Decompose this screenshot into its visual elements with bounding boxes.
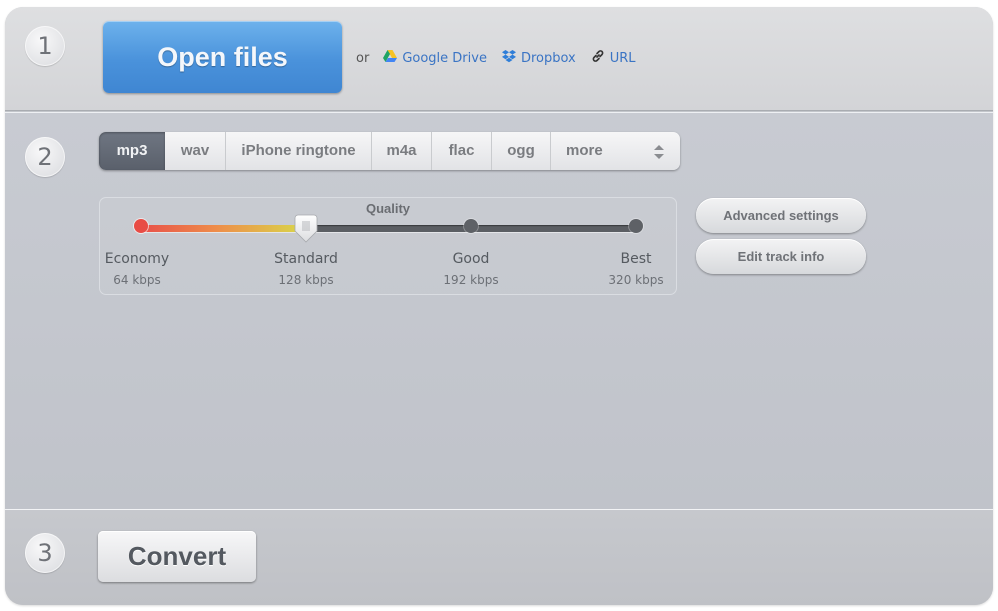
quality-bitrate-label: 128 kbps <box>278 273 334 287</box>
quality-stop-best[interactable] <box>629 219 643 233</box>
quality-level-label: Standard <box>274 251 338 267</box>
tab-iphone-ringtone[interactable]: iPhone ringtone <box>226 132 372 170</box>
converter-panel: 1 Open files or Google Drive Dropbox URL… <box>5 7 993 605</box>
step-2-section: 2 mp3 wav iPhone ringtone m4a flac ogg m… <box>5 112 993 509</box>
upload-sources: or Google Drive Dropbox URL <box>356 49 651 67</box>
quality-level-label: Best <box>620 251 652 267</box>
step-3-section: 3 Convert <box>5 509 993 605</box>
open-files-button[interactable]: Open files <box>103 21 342 93</box>
step-number-3: 3 <box>25 533 65 573</box>
tab-ogg[interactable]: ogg <box>492 132 551 170</box>
format-tabs: mp3 wav iPhone ringtone m4a flac ogg mor… <box>99 132 680 170</box>
quality-bitrate-label: 320 kbps <box>608 273 664 287</box>
step-number-1: 1 <box>25 26 65 66</box>
quality-slider-panel: Quality Economy 64 kbps Standard 128 kbp… <box>99 197 677 295</box>
tab-mp3[interactable]: mp3 <box>99 132 165 170</box>
edit-track-info-button[interactable]: Edit track info <box>696 239 866 274</box>
quality-bitrate-label: 192 kbps <box>443 273 499 287</box>
quality-slider-fill <box>141 225 306 232</box>
quality-stop-economy[interactable] <box>134 219 148 233</box>
up-down-arrows-icon <box>654 145 664 159</box>
more-label: more <box>566 142 603 159</box>
quality-bitrate-label: 64 kbps <box>113 273 161 287</box>
advanced-settings-button[interactable]: Advanced settings <box>696 198 866 233</box>
quality-level-label: Good <box>452 251 490 267</box>
convert-button[interactable]: Convert <box>98 531 256 582</box>
link-icon <box>591 49 605 67</box>
google-drive-link[interactable]: Google Drive <box>383 50 487 66</box>
or-label: or <box>356 50 370 66</box>
tab-flac[interactable]: flac <box>432 132 492 170</box>
tab-wav[interactable]: wav <box>165 132 226 170</box>
step-1-section: 1 Open files or Google Drive Dropbox URL <box>5 7 993 111</box>
quality-stop-good[interactable] <box>464 219 478 233</box>
dropbox-link[interactable]: Dropbox <box>501 49 576 67</box>
dropbox-label: Dropbox <box>520 50 576 66</box>
url-link[interactable]: URL <box>591 49 636 67</box>
url-label: URL <box>609 50 636 66</box>
quality-slider-handle[interactable] <box>294 214 318 244</box>
google-drive-label: Google Drive <box>402 50 487 66</box>
dropbox-icon <box>501 49 516 67</box>
quality-title: Quality <box>365 201 411 216</box>
step-number-2: 2 <box>25 137 65 177</box>
tab-m4a[interactable]: m4a <box>372 132 432 170</box>
quality-level-label: Economy <box>104 251 170 267</box>
more-formats-select[interactable]: more <box>551 132 680 170</box>
quality-slider-track[interactable] <box>141 225 636 232</box>
google-drive-icon <box>383 50 398 66</box>
